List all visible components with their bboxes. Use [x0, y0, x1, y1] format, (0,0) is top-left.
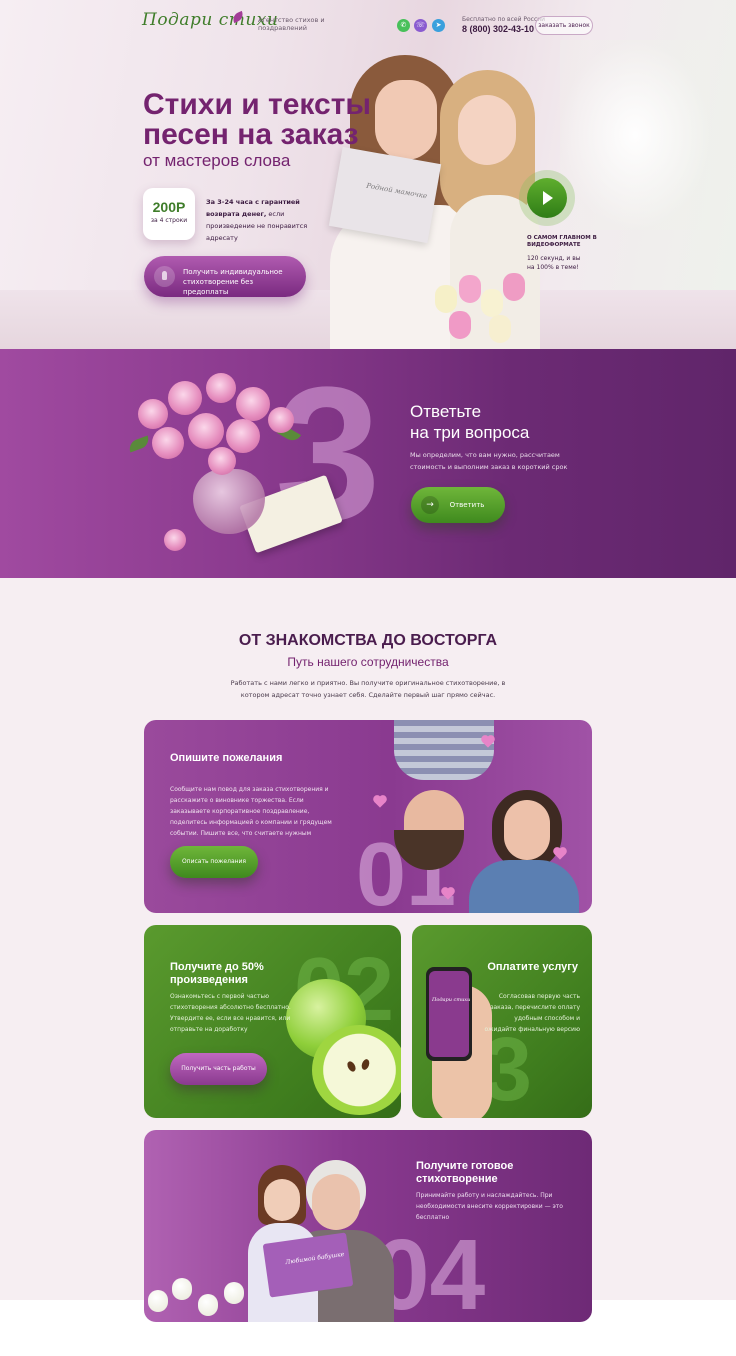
- flower: [224, 1282, 244, 1304]
- step-card-3: 03 Подари стихи Оплатите услугу Согласов…: [412, 925, 592, 1118]
- woman-shirt: [469, 860, 579, 913]
- rose: [168, 381, 202, 415]
- play-icon[interactable]: [527, 178, 567, 218]
- rose: [268, 407, 294, 433]
- rose: [206, 373, 236, 403]
- greeting-card: Родной мамочке: [328, 146, 442, 244]
- man-shirt: [394, 720, 494, 780]
- price-description: За 3-24 часа с гарантией возврата денег,…: [206, 196, 326, 244]
- roses-bouquet: [126, 369, 308, 551]
- questions-title-line1: Ответьте: [410, 402, 482, 421]
- questions-title: Ответьте на три вопроса: [410, 401, 610, 443]
- step-description: Принимайте работу и наслаждайтесь. При н…: [416, 1192, 563, 1221]
- hero-title: Стихи и тексты песен на заказ: [143, 88, 372, 151]
- apple-half-image: [312, 1025, 401, 1115]
- questions-title-line2: на три вопроса: [410, 423, 530, 442]
- questions-description: Мы определим, что вам нужно, рассчитаем …: [410, 451, 568, 471]
- rose: [138, 399, 168, 429]
- greeting-card-text: Любимой бабушке: [284, 1250, 345, 1267]
- step-title: Опишите пожелания: [170, 752, 283, 764]
- price-value: 200Р: [152, 199, 186, 215]
- get-poem-button[interactable]: Получить индивидуальное стихотворение бе…: [144, 256, 306, 297]
- step-title: Получите готовое стихотворение: [416, 1160, 514, 1185]
- video-heading: О САМОМ ГЛАВНОМ В ВИДЕОФОРМАТЕ: [527, 235, 597, 248]
- greeting-card: Любимой бабушке: [262, 1232, 354, 1298]
- journey-title: ОТ ЗНАКОМСТВА ДО ВОСТОРГА: [238, 632, 498, 649]
- rose: [236, 387, 270, 421]
- mother-face: [375, 80, 437, 160]
- rose: [164, 529, 186, 551]
- greeting-card-text: Родной мамочке: [365, 181, 428, 201]
- viber-icon[interactable]: ☏: [414, 19, 427, 32]
- tulip: [435, 285, 457, 313]
- telegram-icon[interactable]: ➤: [432, 19, 445, 32]
- get-part-button[interactable]: Получить часть работы: [170, 1053, 267, 1085]
- callback-button[interactable]: заказать звонок: [535, 16, 593, 35]
- tulip: [503, 273, 525, 301]
- flower: [172, 1278, 192, 1300]
- girl-face: [264, 1179, 300, 1221]
- white-flowers: [144, 1270, 264, 1322]
- answer-button[interactable]: → Ответить: [411, 487, 505, 523]
- step-description: Согласовав первую часть заказа, перечисл…: [484, 993, 580, 1033]
- smartphone-logo: Подари стихи: [432, 997, 471, 1003]
- tulip: [449, 311, 471, 339]
- flower: [148, 1290, 168, 1312]
- rose: [208, 447, 236, 475]
- girl-face: [458, 95, 516, 165]
- couple-photo: [374, 720, 579, 913]
- flower: [198, 1294, 218, 1316]
- pen-icon: [154, 266, 175, 287]
- rose: [152, 427, 184, 459]
- window-light: [560, 40, 710, 230]
- step-title: Получите до 50% произведения: [170, 961, 264, 986]
- step-card-4: 04 Любимой бабушке Получите готовое стих…: [144, 1130, 592, 1322]
- price-badge: 200Р за 4 строки: [143, 188, 195, 240]
- tulip: [481, 289, 503, 317]
- journey-description: Работать с нами легко и приятно. Вы полу…: [230, 679, 506, 699]
- step-card-1: 01 Опишите пожелания Сообщите нам повод …: [144, 720, 592, 913]
- rose: [226, 419, 260, 453]
- phone-number[interactable]: 8 (800) 302-43-10: [462, 24, 534, 34]
- rose: [188, 413, 224, 449]
- tulip: [459, 275, 481, 303]
- step-card-2: 02 Получите до 50% произведения Ознакомь…: [144, 925, 401, 1118]
- describe-wishes-button-label: Описать пожелания: [181, 858, 247, 865]
- tagline: Агентство стихов и поздравлений: [258, 16, 325, 32]
- journey-subtitle: Путь нашего сотрудничества: [287, 655, 449, 669]
- man-hair: [394, 830, 464, 870]
- answer-button-label: Ответить: [449, 501, 485, 509]
- leaf: [126, 435, 152, 453]
- price-note: за 4 строки: [150, 217, 188, 224]
- whatsapp-icon[interactable]: ✆: [397, 19, 410, 32]
- phone-note: Бесплатно по всей России: [462, 16, 546, 23]
- apple-seed: [345, 1059, 358, 1074]
- woman-face: [504, 800, 550, 860]
- questions-section: 3 Ответьте на три вопроса Мы определим, …: [0, 349, 736, 578]
- smartphone-screen: [429, 971, 469, 1057]
- hero-subtitle: от мастеров слова: [143, 151, 291, 170]
- apple-seed: [360, 1058, 371, 1071]
- step-description: Ознакомьтесь с первой частью стихотворен…: [170, 993, 291, 1033]
- step-description: Сообщите нам повод для заказа стихотворе…: [170, 786, 332, 837]
- describe-wishes-button[interactable]: Описать пожелания: [170, 846, 258, 878]
- hero-section: Подари стихи Агентство стихов и поздравл…: [0, 0, 736, 350]
- get-part-button-label: Получить часть работы: [181, 1065, 256, 1072]
- price-description-bold: За 3-24 часа с гарантией возврата денег,: [206, 198, 300, 218]
- video-description: 120 секунд, и вы на 100% в теме!: [527, 255, 581, 271]
- get-poem-button-label: Получить индивидуальное стихотворение бе…: [183, 268, 283, 296]
- step-title: Оплатите услугу: [487, 961, 578, 973]
- tulip: [489, 315, 511, 343]
